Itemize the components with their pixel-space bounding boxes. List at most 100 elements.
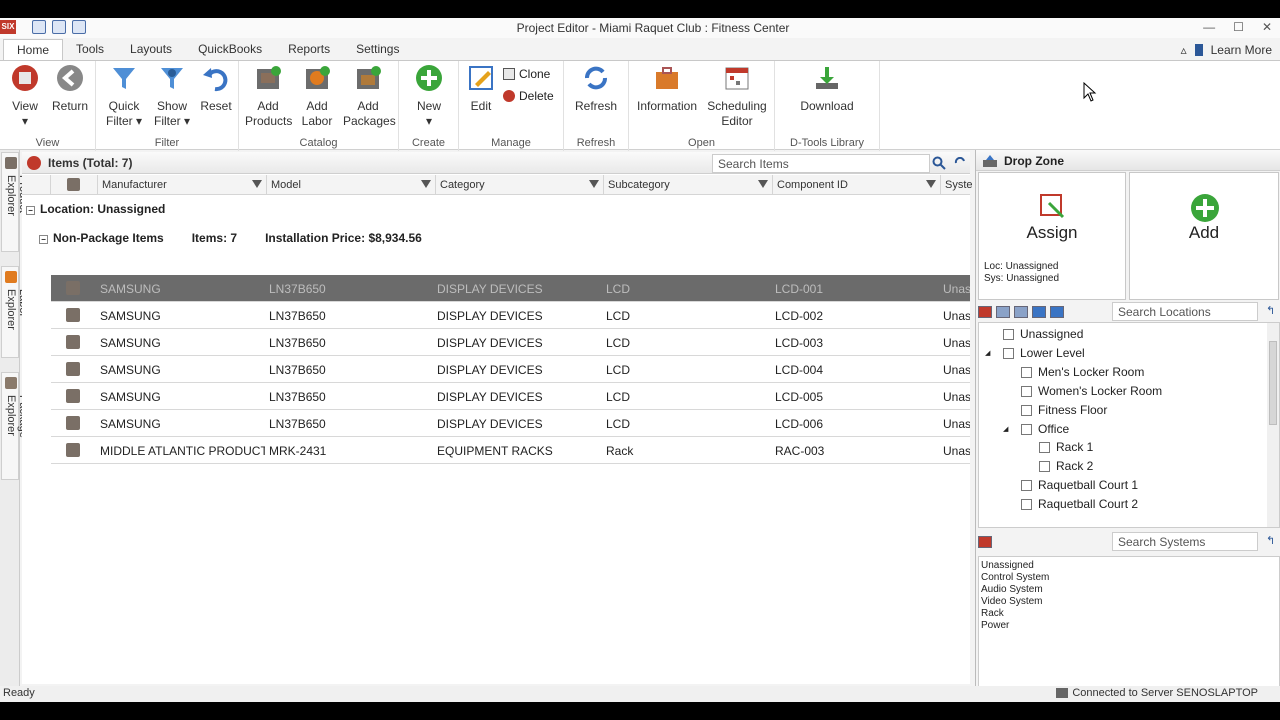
tab-tools[interactable]: Tools: [63, 39, 117, 60]
pin-icon[interactable]: ↰: [1266, 534, 1275, 547]
minimize-button[interactable]: —: [1203, 20, 1215, 34]
collapse-icon[interactable]: −: [39, 235, 48, 244]
tree-node-womens-locker-room[interactable]: Women's Locker Room: [1021, 384, 1162, 398]
close-button[interactable]: ✕: [1262, 20, 1272, 34]
add-products-button[interactable]: Add Products: [245, 63, 292, 129]
assign-drop-target[interactable]: Assign Loc: Unassigned Sys: Unassigned: [978, 172, 1126, 300]
checkbox[interactable]: [1021, 404, 1032, 416]
package-group-header[interactable]: − Non-Package Items Items: 7 Installation…: [39, 231, 422, 245]
return-button[interactable]: Return: [50, 63, 90, 114]
location-pin-icon[interactable]: [978, 306, 992, 318]
tab-layouts[interactable]: Layouts: [117, 39, 185, 60]
check-all-icon[interactable]: [996, 306, 1010, 318]
checkbox[interactable]: [1021, 423, 1032, 435]
checkbox[interactable]: [1021, 498, 1032, 510]
systems-icon[interactable]: [978, 536, 992, 548]
table-row[interactable]: SAMSUNG LN37B650 DISPLAY DEVICES LCD LCD…: [51, 356, 970, 383]
list-item[interactable]: Audio System: [981, 584, 1277, 596]
checkbox[interactable]: [1003, 328, 1014, 340]
ribbon-tabs: Home Tools Layouts QuickBooks Reports Se…: [0, 39, 1280, 60]
table-row[interactable]: SAMSUNG LN37B650 DISPLAY DEVICES LCD LCD…: [51, 410, 970, 437]
tree-node-rack-1[interactable]: Rack 1: [1039, 440, 1093, 454]
expander-icon[interactable]: ◢: [985, 349, 997, 357]
clone-button[interactable]: Clone: [503, 67, 550, 81]
scrollbar-thumb[interactable]: [1269, 341, 1277, 425]
tab-reports[interactable]: Reports: [275, 39, 343, 60]
column-header-subcategory[interactable]: Subcategory: [604, 175, 773, 195]
filter-funnel-icon[interactable]: [421, 180, 431, 188]
maximize-button[interactable]: ☐: [1233, 20, 1244, 34]
delete-button[interactable]: Delete: [503, 89, 554, 103]
expand-all-icon[interactable]: [1032, 306, 1046, 318]
search-locations-input[interactable]: Search Locations: [1112, 302, 1258, 321]
locations-vertical-scrollbar[interactable]: [1267, 323, 1279, 527]
learn-more-link[interactable]: ▵ Learn More: [1181, 43, 1272, 57]
column-header-system[interactable]: Syste: [941, 175, 973, 195]
package-explorer-tab[interactable]: Package Explorer: [1, 372, 29, 480]
collapse-icon[interactable]: −: [26, 206, 35, 215]
edit-button[interactable]: Edit: [463, 63, 499, 114]
checkbox[interactable]: [1021, 366, 1032, 378]
tree-node-office[interactable]: ◢ Office: [1003, 422, 1069, 436]
column-header-model[interactable]: Model: [267, 175, 436, 195]
filter-funnel-icon[interactable]: [926, 180, 936, 188]
reset-button[interactable]: Reset: [199, 63, 233, 114]
filter-funnel-icon[interactable]: [758, 180, 768, 188]
tree-node-lower-level[interactable]: ◢ Lower Level: [985, 346, 1085, 360]
pin-icon[interactable]: [954, 157, 966, 169]
checkbox[interactable]: [1021, 385, 1032, 397]
list-item[interactable]: Power: [981, 620, 1277, 632]
checkbox[interactable]: [1039, 441, 1050, 453]
checkbox[interactable]: [1003, 347, 1014, 359]
checkbox[interactable]: [1039, 460, 1050, 472]
add-drop-target[interactable]: Add: [1129, 172, 1279, 300]
list-item[interactable]: Control System: [981, 572, 1277, 584]
product-explorer-tab[interactable]: Product Explorer: [1, 152, 29, 252]
filter-funnel-icon[interactable]: [252, 180, 262, 188]
view-button[interactable]: View ▾: [8, 63, 42, 129]
pin-icon[interactable]: ↰: [1266, 304, 1275, 317]
table-row[interactable]: SAMSUNG LN37B650 DISPLAY DEVICES LCD LCD…: [51, 329, 970, 356]
add-packages-button[interactable]: Add Packages: [343, 63, 396, 129]
column-header-component-id[interactable]: Component ID: [773, 175, 941, 195]
new-button[interactable]: New ▾: [411, 63, 447, 129]
tab-settings[interactable]: Settings: [343, 39, 412, 60]
quick-filter-button[interactable]: Quick Filter ▾: [104, 63, 144, 129]
list-item[interactable]: Video System: [981, 596, 1277, 608]
tree-node-unassigned[interactable]: Unassigned: [1003, 327, 1083, 341]
tree-node-raquetball-court-1[interactable]: Raquetball Court 1: [1021, 478, 1138, 492]
download-button[interactable]: Download: [795, 63, 859, 114]
refresh-button[interactable]: Refresh: [574, 63, 618, 114]
tab-quickbooks[interactable]: QuickBooks: [185, 39, 275, 60]
tree-node-mens-locker-room[interactable]: Men's Locker Room: [1021, 365, 1144, 379]
grid-icon[interactable]: [1014, 306, 1028, 318]
add-labor-button[interactable]: Add Labor: [297, 63, 337, 129]
collapse-ribbon-icon[interactable]: ▵: [1181, 43, 1187, 57]
checkbox[interactable]: [1021, 479, 1032, 491]
tree-node-fitness-floor[interactable]: Fitness Floor: [1021, 403, 1107, 417]
collapse-all-icon[interactable]: [1050, 306, 1064, 318]
scheduling-editor-button[interactable]: Scheduling Editor: [705, 63, 769, 129]
list-item[interactable]: Rack: [981, 608, 1277, 620]
table-row[interactable]: SAMSUNG LN37B650 DISPLAY DEVICES LCD LCD…: [51, 383, 970, 410]
tree-node-raquetball-court-2[interactable]: Raquetball Court 2: [1021, 497, 1138, 511]
filter-funnel-icon[interactable]: [589, 180, 599, 188]
location-group-header[interactable]: − Location: Unassigned: [26, 202, 165, 216]
table-row[interactable]: MIDDLE ATLANTIC PRODUCTS MRK-2431 EQUIPM…: [51, 437, 970, 464]
list-item[interactable]: Unassigned: [981, 560, 1277, 572]
table-row[interactable]: SAMSUNG LN37B650 DISPLAY DEVICES LCD LCD…: [51, 275, 970, 302]
tree-node-rack-2[interactable]: Rack 2: [1039, 459, 1093, 473]
search-icon[interactable]: [932, 156, 946, 170]
labor-explorer-tab[interactable]: Labor Explorer: [1, 266, 29, 358]
tab-home[interactable]: Home: [3, 39, 64, 60]
table-row[interactable]: SAMSUNG LN37B650 DISPLAY DEVICES LCD LCD…: [51, 302, 970, 329]
search-systems-input[interactable]: Search Systems: [1112, 532, 1258, 551]
show-filter-button[interactable]: Show Filter ▾: [152, 63, 192, 129]
column-header-manufacturer[interactable]: Manufacturer: [98, 175, 267, 195]
expander-icon[interactable]: ◢: [1003, 425, 1015, 433]
refresh-icon: [585, 66, 607, 90]
column-header-category[interactable]: Category: [436, 175, 604, 195]
information-button[interactable]: Information: [635, 63, 699, 114]
group-label-catalog: Catalog: [299, 137, 338, 149]
search-items-input[interactable]: Search Items: [712, 154, 930, 173]
